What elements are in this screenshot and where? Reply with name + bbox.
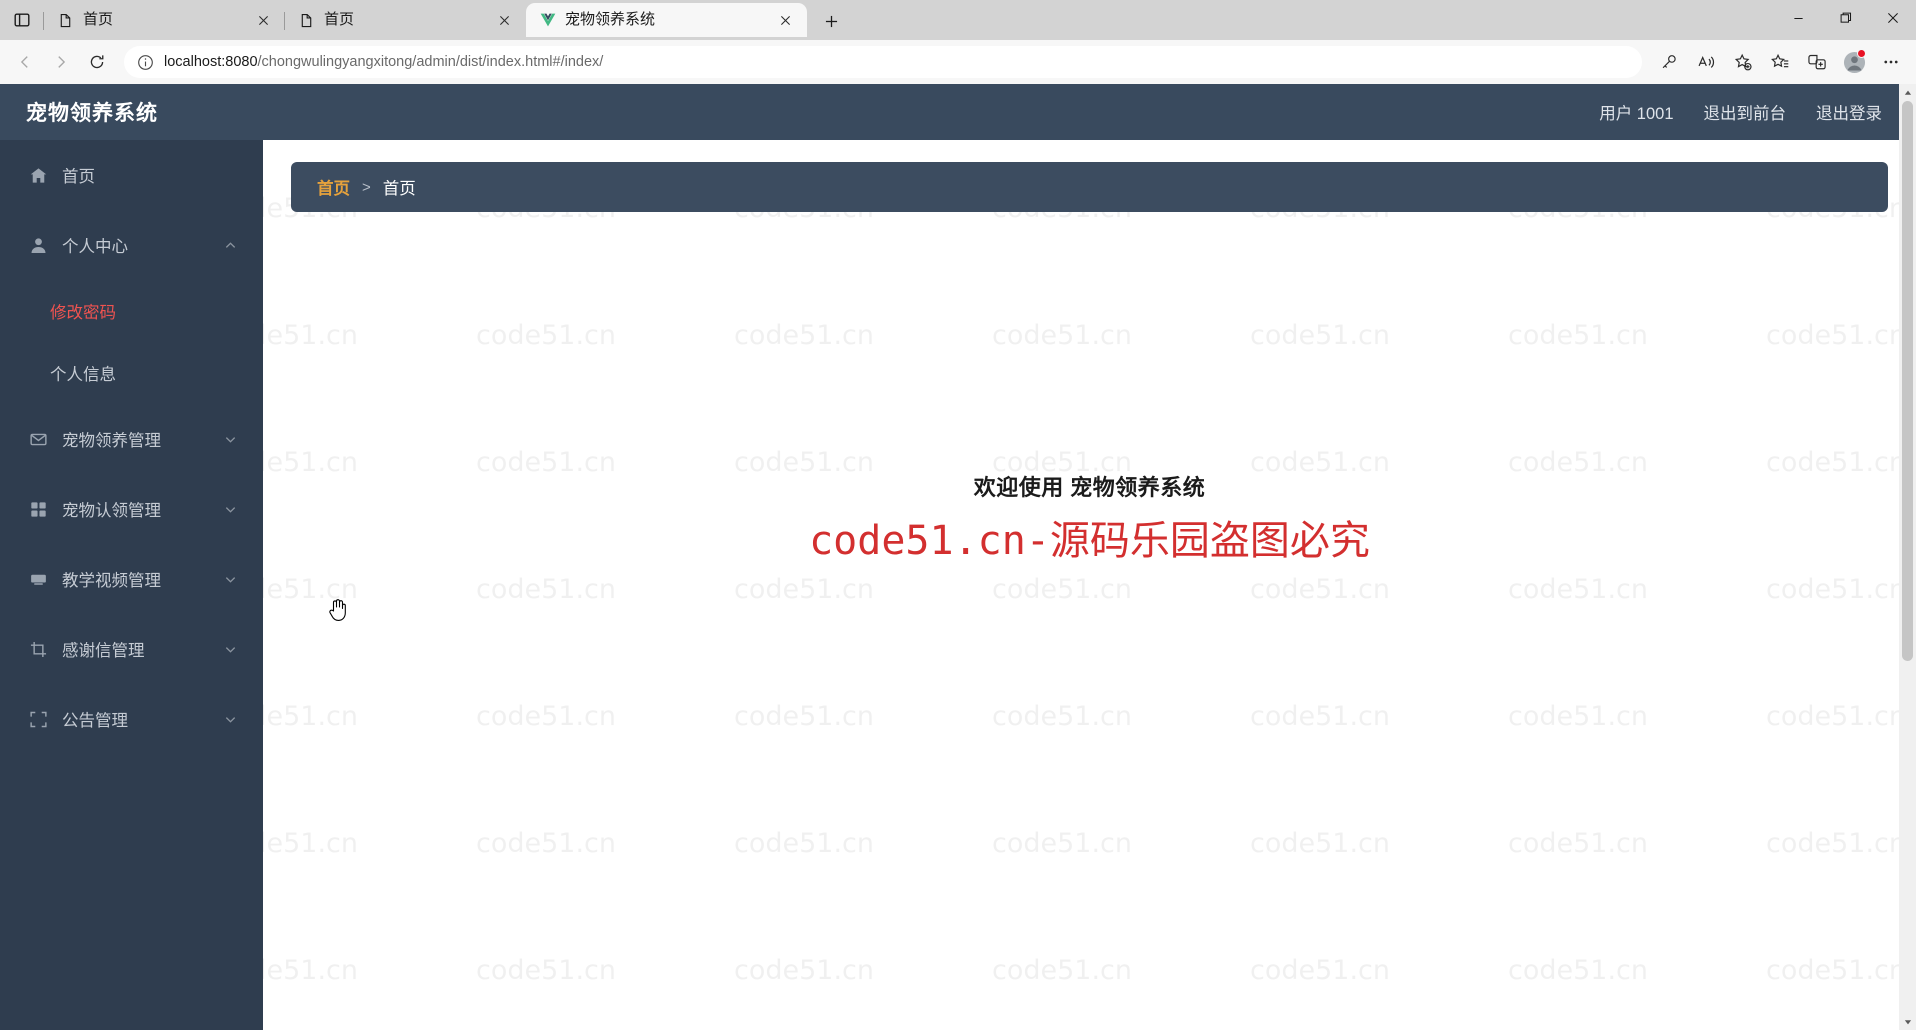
breadcrumb: 首页 > 首页 [291,162,1888,212]
sidebar-item-home[interactable]: 首页 [0,140,263,210]
breadcrumb-home[interactable]: 首页 [317,175,350,199]
notification-dot [1857,49,1866,58]
close-icon[interactable] [773,8,797,32]
sidebar-item-announcement-mgmt[interactable]: 公告管理 [0,684,263,754]
browser-tab[interactable]: 首页 [284,3,526,37]
scrollbar-thumb[interactable] [1902,101,1913,661]
toolbar-right-icons [1652,45,1908,79]
minimize-button[interactable] [1775,0,1822,36]
sidebar-item-label: 个人中心 [62,238,128,256]
chevron-down-icon [221,500,239,518]
back-icon[interactable] [8,45,42,79]
tab-search-button[interactable] [0,0,44,40]
user-icon [28,235,48,255]
profile-avatar[interactable] [1837,45,1871,79]
url-text: localhost:8080/chongwulingyangxitong/adm… [164,54,604,70]
content-inner: 首页 > 首页 [263,140,1916,212]
breadcrumb-separator: > [362,178,371,196]
sidebar-subitem-personal-info[interactable]: 个人信息 [0,342,263,404]
sidebar-item-pet-adoption-mgmt[interactable]: 宠物领养管理 [0,404,263,474]
monitor-icon [28,569,48,589]
exit-to-front[interactable]: 退出到前台 [1704,100,1787,124]
sidebar-item-personal-center[interactable]: 个人中心 [0,210,263,280]
document-icon [298,12,315,29]
watermark-text: code51.cn-源码乐园盗图必究 [809,518,1370,564]
settings-more-icon[interactable] [1874,45,1908,79]
header-links: 用户 1001 退出到前台 退出登录 [1599,100,1882,124]
add-favorite-icon[interactable] [1726,45,1760,79]
close-icon[interactable] [492,8,516,32]
chevron-down-icon [221,710,239,728]
maximize-restore-button[interactable] [1822,0,1869,36]
sidebar-item-teaching-video-mgmt[interactable]: 教学视频管理 [0,544,263,614]
breadcrumb-current: 首页 [382,180,416,198]
sidebar-item-label: 宠物领养管理 [62,432,161,450]
crop-icon [28,639,48,659]
scroll-down-arrow[interactable] [1899,1013,1916,1030]
logout[interactable]: 退出登录 [1816,100,1882,124]
web-page: code51.cncode51.cncode51.cncode51.cncode… [0,84,1916,1030]
vertical-scrollbar[interactable] [1899,84,1916,1030]
sidebar-item-label: 感谢信管理 [62,642,145,660]
chevron-up-icon [221,236,239,254]
sidebar-item-thank-you-letter-mgmt[interactable]: 感谢信管理 [0,614,263,684]
browser-window: 首页 首页 宠物领养系统 localhost:8080/chongwulingy… [0,0,1916,1030]
site-info-icon[interactable] [134,51,156,73]
chevron-down-icon [221,430,239,448]
sidebar-item-pet-claim-mgmt[interactable]: 宠物认领管理 [0,474,263,544]
scroll-up-arrow[interactable] [1899,84,1916,101]
grid-icon [28,499,48,519]
app-body: 首页 个人中心 修改密码 个人信息 宠物领养管理 宠物认领管理 教学视频管理 感… [0,140,1916,1030]
collections-icon[interactable] [1763,45,1797,79]
tab-title: 首页 [324,11,355,28]
browser-toolbar: localhost:8080/chongwulingyangxitong/adm… [0,40,1916,84]
sidebar-item-label: 公告管理 [62,712,128,730]
tab-title: 首页 [83,11,114,28]
sidebar: 首页 个人中心 修改密码 个人信息 宠物领养管理 宠物认领管理 教学视频管理 感… [0,140,263,1030]
current-user[interactable]: 用户 1001 [1599,100,1673,124]
tab-title: 宠物领养系统 [565,11,656,28]
sidebar-subitem-change-password[interactable]: 修改密码 [0,280,263,342]
main-content: 首页 > 首页 欢迎使用 宠物领养系统 code51.cn-源码乐园盗图必究 [263,140,1916,1030]
read-aloud-icon[interactable] [1689,45,1723,79]
sidebar-item-label: 教学视频管理 [62,572,161,590]
page-title: 欢迎使用 宠物领养系统 [973,475,1206,500]
document-icon [57,12,74,29]
sidebar-item-label: 宠物认领管理 [62,502,161,520]
forward-icon[interactable] [44,45,78,79]
home-icon [28,165,48,185]
chevron-down-icon [221,570,239,588]
welcome-block: 欢迎使用 宠物领养系统 code51.cn-源码乐园盗图必究 [263,470,1916,566]
browser-tab-active[interactable]: 宠物领养系统 [526,3,808,37]
key-icon[interactable] [1652,45,1686,79]
address-bar[interactable]: localhost:8080/chongwulingyangxitong/adm… [124,46,1642,78]
app-header: 宠物领养系统 用户 1001 退出到前台 退出登录 [0,84,1916,140]
envelope-icon [28,429,48,449]
tab-strip: 首页 首页 宠物领养系统 [0,0,1916,40]
app-logo: 宠物领养系统 [26,102,158,125]
close-window-button[interactable] [1869,0,1916,36]
window-controls [1775,0,1916,40]
new-tab-button[interactable] [815,5,847,37]
sidebar-item-label: 首页 [62,168,95,186]
reload-icon[interactable] [80,45,114,79]
chevron-down-icon [221,640,239,658]
fullscreen-icon [28,709,48,729]
close-icon[interactable] [251,8,275,32]
browser-tab[interactable]: 首页 [42,3,285,37]
split-screen-icon[interactable] [1800,45,1834,79]
vue-logo-icon [539,12,556,29]
